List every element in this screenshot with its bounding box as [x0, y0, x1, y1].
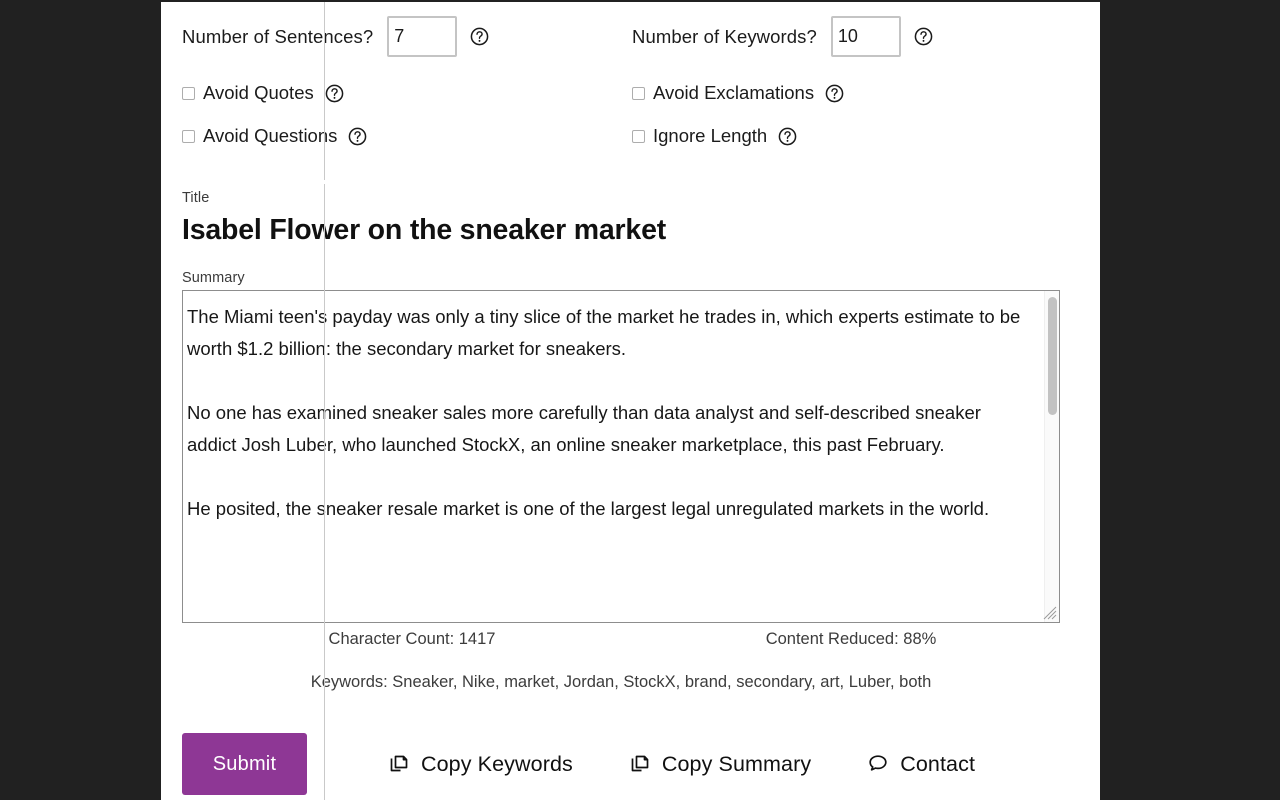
copy-keywords-button[interactable]: Copy Keywords: [387, 752, 573, 777]
contact-button[interactable]: Contact: [866, 752, 975, 777]
title-field-label: Title: [182, 190, 210, 206]
checkbox-avoid-questions[interactable]: [182, 129, 195, 143]
checkbox-ignore-length[interactable]: [632, 129, 645, 143]
keywords-list: Keywords: Sneaker, Nike, market, Jordan,…: [310, 673, 932, 691]
speech-bubble-icon: [866, 752, 890, 776]
checkbox-group-avoid-questions[interactable]: Avoid Questions: [182, 125, 632, 147]
checkbox-group-avoid-exclamations[interactable]: Avoid Exclamations: [632, 82, 1062, 104]
copy-summary-button[interactable]: Copy Summary: [628, 752, 811, 777]
copy-keywords-label: Copy Keywords: [421, 751, 573, 776]
stats-row: Character Count: 1417 Content Reduced: 8…: [182, 630, 1060, 649]
character-count-stat: Character Count: 1417: [328, 630, 496, 648]
summary-field-label: Summary: [182, 270, 245, 286]
title-block: Title Isabel Flower on the sneaker marke…: [182, 190, 666, 247]
summary-scrollbar-thumb[interactable]: [1048, 297, 1057, 415]
left-container-edge-gap: [324, 180, 326, 184]
help-circle-icon-sentences[interactable]: [470, 27, 489, 46]
copy-icon-summary: [628, 752, 652, 776]
contact-label: Contact: [900, 751, 976, 776]
checkbox-row-2: Avoid Questions Ignore Length: [182, 125, 1062, 147]
checkbox-label-avoid-exclamations: Avoid Exclamations: [653, 82, 815, 103]
content-reduced-stat: Content Reduced: 88%: [765, 630, 937, 648]
checkbox-label-ignore-length: Ignore Length: [653, 125, 768, 146]
submit-button[interactable]: Submit: [182, 733, 307, 795]
checkbox-group-ignore-length[interactable]: Ignore Length: [632, 125, 1062, 147]
summary-textarea[interactable]: [187, 301, 1027, 611]
copy-summary-label: Copy Summary: [661, 751, 812, 776]
summary-textarea-box[interactable]: [182, 290, 1060, 623]
help-circle-icon-avoid-questions[interactable]: [348, 127, 367, 146]
page-title: Isabel Flower on the sneaker market: [182, 214, 667, 246]
desktop-right-gutter: [1100, 0, 1280, 800]
summary-area: [182, 290, 1060, 623]
help-circle-icon-keywords[interactable]: [914, 27, 933, 46]
checkbox-avoid-exclamations[interactable]: [632, 86, 645, 100]
sentences-field-group: Number of Sentences?: [182, 16, 632, 57]
actions-row: Submit Copy Keywords Copy Summary Contac…: [182, 733, 975, 795]
left-container-edge: [324, 2, 325, 800]
options-section: Number of Sentences? Number of Keywords?: [182, 16, 1062, 147]
sentences-label: Number of Sentences?: [182, 25, 374, 47]
help-circle-icon-avoid-exclamations[interactable]: [825, 84, 844, 103]
desktop-background: Number of Sentences? Number of Keywords?: [0, 0, 1280, 800]
checkbox-group-avoid-quotes[interactable]: Avoid Quotes: [182, 82, 632, 104]
checkbox-row-1: Avoid Quotes Avoid Exclamations: [182, 82, 1062, 104]
summary-resize-grip[interactable]: [1042, 605, 1058, 621]
checkbox-options: Avoid Quotes Avoid Exclamations Avoid Qu…: [182, 82, 1062, 147]
keywords-field-group: Number of Keywords?: [632, 16, 1062, 57]
copy-icon-keywords: [387, 752, 411, 776]
checkbox-label-avoid-quotes: Avoid Quotes: [203, 82, 314, 103]
summary-scrollbar[interactable]: [1044, 291, 1059, 622]
keywords-label: Number of Keywords?: [632, 25, 817, 47]
sentences-input[interactable]: [387, 16, 458, 57]
number-inputs-row: Number of Sentences? Number of Keywords?: [182, 16, 1062, 57]
checkbox-avoid-quotes[interactable]: [182, 86, 195, 100]
checkbox-label-avoid-questions: Avoid Questions: [203, 125, 338, 146]
browser-page: Number of Sentences? Number of Keywords?: [161, 2, 1100, 800]
keywords-input[interactable]: [830, 16, 901, 57]
help-circle-icon-ignore-length[interactable]: [778, 127, 797, 146]
help-circle-icon-avoid-quotes[interactable]: [325, 84, 344, 103]
